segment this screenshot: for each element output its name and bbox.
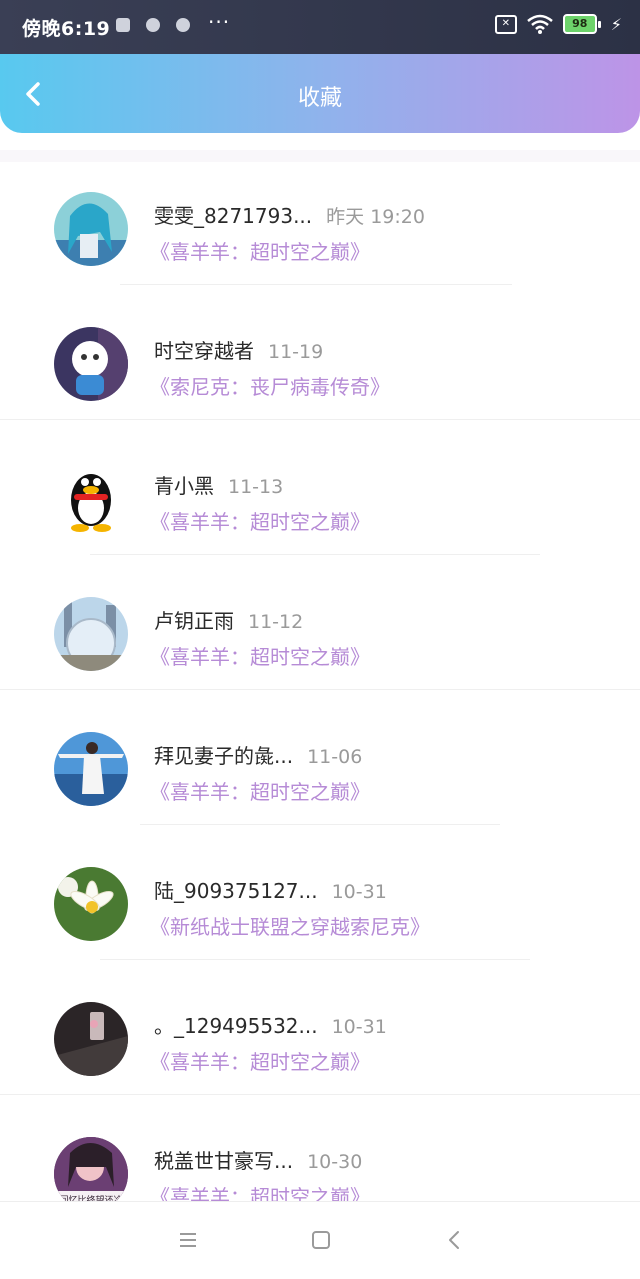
favorite-date: 10-31 bbox=[331, 881, 387, 903]
list-item[interactable]: 陆_909375127... 10-31 《新纸战士联盟之穿越索尼克》 bbox=[0, 825, 640, 960]
favorite-date: 10-31 bbox=[331, 1016, 387, 1038]
work-title[interactable]: 《新纸战士联盟之穿越索尼克》 bbox=[150, 911, 430, 940]
favorite-date: 10-30 bbox=[307, 1151, 363, 1173]
list-item[interactable]: 时空穿越者 11-19 《索尼克：丧尸病毒传奇》 bbox=[0, 285, 640, 420]
avatar bbox=[54, 597, 128, 671]
work-title[interactable]: 《索尼克：丧尸病毒传奇》 bbox=[150, 371, 390, 400]
notification-icon bbox=[176, 18, 190, 32]
back-triangle-icon bbox=[449, 1231, 459, 1249]
page-title: 收藏 bbox=[297, 86, 342, 111]
list-item[interactable]: 雯雯_8271793... 昨天 19:20 《喜羊羊：超时空之巅》 bbox=[0, 150, 640, 285]
favorite-date: 11-13 bbox=[228, 476, 284, 498]
status-bar: 傍晚6:19 ··· ✕ 98 ⚡ bbox=[0, 0, 640, 54]
work-title[interactable]: 《喜羊羊：超时空之巅》 bbox=[150, 1181, 370, 1202]
favorite-date: 昨天 19:20 bbox=[326, 206, 425, 228]
avatar: 回忆比终望还冷 bbox=[54, 1137, 128, 1202]
battery-icon: 98 bbox=[562, 14, 601, 34]
avatar bbox=[54, 327, 128, 401]
home-button[interactable] bbox=[309, 1228, 333, 1252]
more-notifications-icon: ··· bbox=[208, 10, 231, 34]
favorite-date: 11-06 bbox=[307, 746, 363, 768]
home-square-icon bbox=[312, 1231, 330, 1249]
page-header: 收藏 bbox=[0, 54, 640, 133]
battery-level: 98 bbox=[562, 14, 597, 34]
user-name: 雯雯_8271793... bbox=[154, 204, 313, 228]
menu-icon bbox=[180, 1233, 196, 1247]
avatar bbox=[54, 867, 128, 941]
favorite-date: 11-12 bbox=[248, 611, 304, 633]
menu-button[interactable] bbox=[176, 1228, 200, 1252]
user-name: 。_129495532... bbox=[154, 1014, 318, 1038]
work-title[interactable]: 《喜羊羊：超时空之巅》 bbox=[150, 1046, 370, 1075]
favorites-list: 雯雯_8271793... 昨天 19:20 《喜羊羊：超时空之巅》 时空穿越者 1… bbox=[0, 150, 640, 1202]
list-item[interactable]: 回忆比终望还冷 税盖世甘豪写... 10-30 《喜羊羊：超时空之巅》 bbox=[0, 1095, 640, 1202]
avatar bbox=[54, 192, 128, 266]
system-back-button[interactable] bbox=[443, 1228, 467, 1252]
user-name: 青小黑 bbox=[154, 474, 214, 498]
wifi-icon bbox=[526, 14, 553, 34]
user-name: 税盖世甘豪写... bbox=[154, 1149, 294, 1173]
notification-icon bbox=[116, 18, 130, 32]
list-item[interactable]: 拜见妻子的彘... 11-06 《喜羊羊：超时空之巅》 bbox=[0, 690, 640, 825]
work-title[interactable]: 《喜羊羊：超时空之巅》 bbox=[150, 776, 370, 805]
notification-icon bbox=[146, 18, 160, 32]
favorite-date: 11-19 bbox=[268, 341, 324, 363]
system-nav-bar bbox=[0, 1201, 640, 1279]
work-title[interactable]: 《喜羊羊：超时空之巅》 bbox=[150, 236, 370, 265]
list-item[interactable]: 青小黑 11-13 《喜羊羊：超时空之巅》 bbox=[0, 420, 640, 555]
user-name: 拜见妻子的彘... bbox=[154, 744, 294, 768]
work-title[interactable]: 《喜羊羊：超时空之巅》 bbox=[150, 641, 370, 670]
status-time: 傍晚6:19 bbox=[22, 18, 111, 40]
work-title[interactable]: 《喜羊羊：超时空之巅》 bbox=[150, 506, 370, 535]
list-item[interactable]: 。_129495532... 10-31 《喜羊羊：超时空之巅》 bbox=[0, 960, 640, 1095]
avatar bbox=[54, 732, 128, 806]
avatar bbox=[54, 1002, 128, 1076]
sim-disabled-icon: ✕ bbox=[494, 14, 517, 34]
avatar bbox=[54, 462, 128, 536]
charging-bolt-icon: ⚡ bbox=[610, 14, 622, 34]
list-item[interactable]: 卢钥正雨 11-12 《喜羊羊：超时空之巅》 bbox=[0, 555, 640, 690]
user-name: 陆_909375127... bbox=[154, 879, 318, 903]
user-name: 时空穿越者 bbox=[154, 339, 254, 363]
user-name: 卢钥正雨 bbox=[154, 609, 234, 633]
